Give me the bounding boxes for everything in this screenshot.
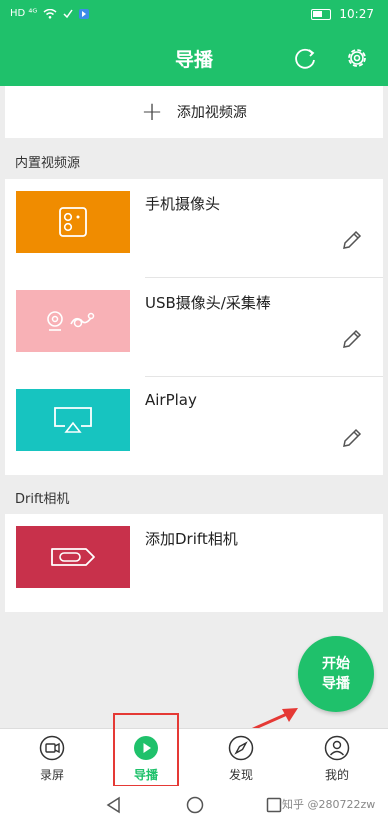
back-icon[interactable] <box>105 796 123 814</box>
fab-line-2: 导播 <box>322 676 350 692</box>
bottom-tab-bar: 录屏 导播 发现 我的 <box>0 728 388 786</box>
profile-icon <box>324 735 350 761</box>
tab-label: 录屏 <box>39 768 64 782</box>
tab-label: 发现 <box>228 768 253 782</box>
tab-label: 我的 <box>324 768 349 782</box>
annotation-highlight-box <box>113 713 179 787</box>
start-directing-button[interactable]: 开始 导播 <box>298 636 374 712</box>
record-icon <box>39 735 65 761</box>
recents-icon[interactable] <box>266 797 282 813</box>
compass-icon <box>228 735 254 761</box>
fab-line-1: 开始 <box>322 656 350 672</box>
home-icon[interactable] <box>186 796 204 814</box>
watermark: 知乎 @280722zw <box>282 798 376 811</box>
tab-profile[interactable]: 我的 <box>307 729 367 787</box>
tab-discover[interactable]: 发现 <box>211 729 271 787</box>
tab-record[interactable]: 录屏 <box>22 729 82 787</box>
